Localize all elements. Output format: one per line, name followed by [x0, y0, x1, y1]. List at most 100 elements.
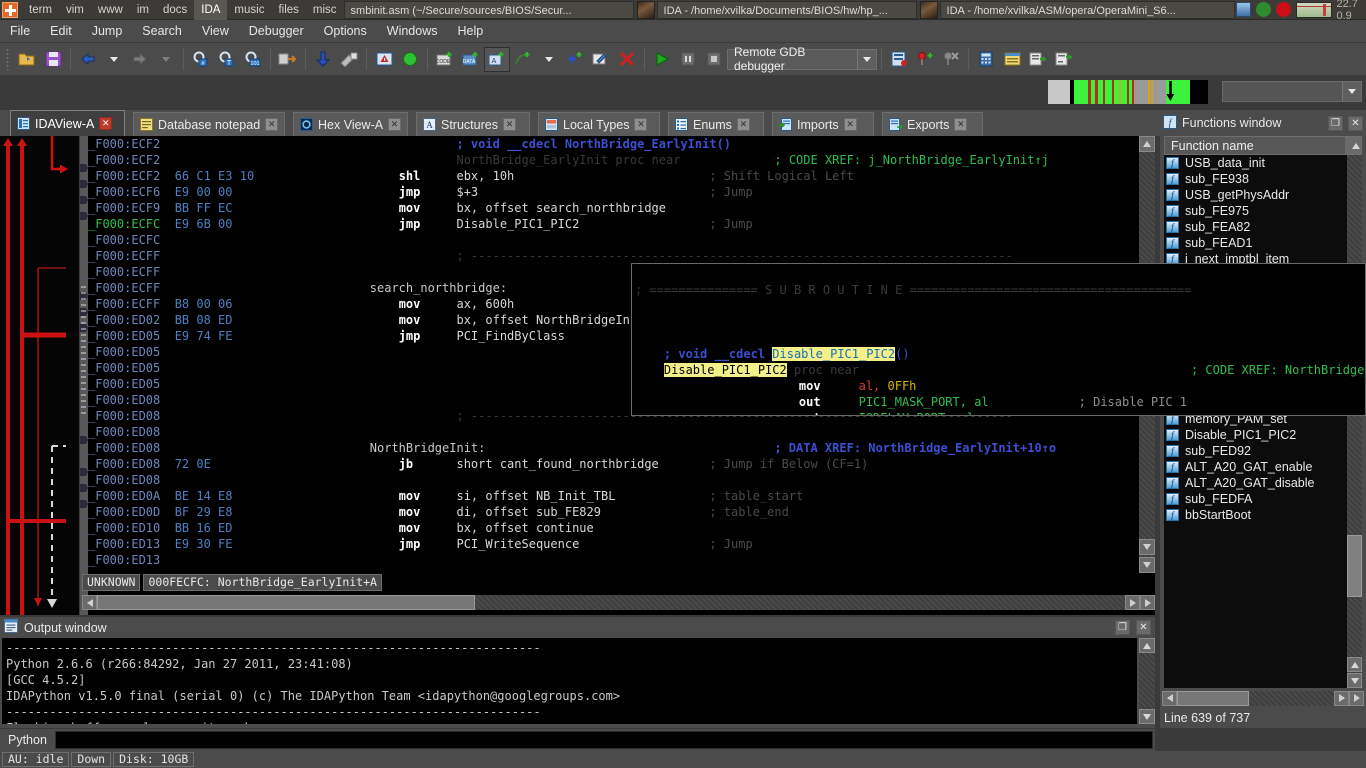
- jump-address-combo[interactable]: [1222, 81, 1362, 102]
- tab-hex-view-a[interactable]: Hex View-A ✕: [293, 112, 408, 136]
- taskbar-tag-im[interactable]: im: [130, 0, 156, 20]
- functions-column-header[interactable]: Function name: [1164, 136, 1362, 155]
- scroll-down-icon[interactable]: [1139, 539, 1155, 555]
- disasm-operands[interactable]: PCI_FindByClass: [456, 329, 564, 343]
- close-icon[interactable]: ✕: [1136, 620, 1151, 635]
- output-window-icon[interactable]: [999, 47, 1025, 72]
- taskbar-window-ida-hp[interactable]: IDA - /home/xvilka/Documents/BIOS/hw/hp_…: [656, 0, 917, 19]
- tab-close-icon[interactable]: ✕: [99, 117, 113, 130]
- function-list-item[interactable]: f sub_FE975: [1164, 203, 1347, 219]
- make-data-icon[interactable]: DATA: [458, 47, 484, 72]
- disasm-line[interactable]: _F000:ED13 E9 30 FE jmp PCI_WriteSequenc…: [88, 536, 1139, 552]
- taskbar-tag-files[interactable]: files: [271, 0, 305, 20]
- menu-help[interactable]: Help: [447, 20, 493, 43]
- menu-view[interactable]: View: [192, 20, 239, 43]
- function-list-item[interactable]: f sub_FE938: [1164, 171, 1347, 187]
- undock-icon[interactable]: ❐: [1115, 620, 1130, 635]
- disasm-line[interactable]: _F000:ED08 NorthBridgeInit: ; DATA XREF:…: [88, 440, 1139, 456]
- jump-address-chevron-down-icon[interactable]: [1342, 82, 1361, 101]
- disasm-operands[interactable]: ebx, 10h: [456, 169, 514, 183]
- tab-imports[interactable]: Imports ✕: [772, 112, 874, 136]
- tab-close-icon[interactable]: ✕: [843, 118, 857, 131]
- disasm-line[interactable]: _F000:ED0A BE 14 E8 mov si, offset NB_In…: [88, 488, 1139, 504]
- run-green-icon[interactable]: [397, 47, 423, 72]
- debugger-options-icon[interactable]: [886, 47, 912, 72]
- edit-comment-icon[interactable]: [588, 47, 614, 72]
- tray-calculator-icon[interactable]: [1235, 2, 1251, 17]
- functions-scroll-down-icon[interactable]: [1347, 673, 1362, 688]
- tab-enums[interactable]: Enums ✕: [668, 112, 764, 136]
- tab-close-icon[interactable]: ✕: [265, 118, 279, 131]
- fhscroll-left-icon[interactable]: [1162, 690, 1177, 706]
- debugger-select[interactable]: Remote GDB debugger: [727, 45, 877, 73]
- functions-horizontal-scrollbar[interactable]: [1162, 690, 1364, 706]
- tab-database-notepad[interactable]: Database notepad ✕: [133, 112, 285, 136]
- output-log[interactable]: ----------------------------------------…: [2, 638, 1137, 724]
- function-list-item[interactable]: f sub_FEAD1: [1164, 235, 1347, 251]
- disasm-line[interactable]: _F000:ED08: [88, 424, 1139, 440]
- disasm-line[interactable]: _F000:ED10 BB 16 ED mov bx, offset conti…: [88, 520, 1139, 536]
- navigate-forward-dropdown-icon[interactable]: [153, 47, 179, 72]
- fhscroll-thumb[interactable]: [1177, 690, 1249, 706]
- make-code-icon[interactable]: CODE: [432, 47, 458, 72]
- jump-down-icon[interactable]: [310, 47, 336, 72]
- search-immediate-icon[interactable]: 101: [240, 47, 266, 72]
- jump-to-xref-icon[interactable]: [275, 47, 301, 72]
- add-breakpoint-icon[interactable]: [912, 47, 938, 72]
- disasm-line[interactable]: _F000:ECF2 66 C1 E3 10 shl ebx, 10h ; Sh…: [88, 168, 1139, 184]
- delete-breakpoint-icon[interactable]: [938, 47, 964, 72]
- step-over-icon[interactable]: [1051, 47, 1077, 72]
- functions-scroll-thumb[interactable]: [1347, 535, 1362, 597]
- fhscroll-trough[interactable]: [1249, 690, 1334, 706]
- disasm-operands[interactable]: bx, offset search_northbridge: [456, 201, 666, 215]
- output-vertical-scrollbar[interactable]: [1139, 638, 1155, 724]
- disasm-operands[interactable]: ax, 600h: [456, 297, 514, 311]
- add-function-icon[interactable]: [510, 47, 536, 72]
- calculator-icon[interactable]: [973, 47, 999, 72]
- disasm-line[interactable]: _F000:ECFF ; ---------------------------…: [88, 248, 1139, 264]
- disasm-line[interactable]: _F000:ECFC E9 6B 00 jmp Disable_PIC1_PIC…: [88, 216, 1139, 232]
- taskbar-tag-ida[interactable]: IDA: [194, 0, 228, 20]
- function-list-item[interactable]: f sub_FEDFA: [1164, 491, 1347, 507]
- tab-idaview-a[interactable]: IDAView-A ✕: [10, 110, 125, 136]
- function-list-item[interactable]: f Disable_PIC1_PIC2: [1164, 427, 1347, 443]
- open-file-icon[interactable]: [14, 47, 40, 72]
- taskbar-tag-term[interactable]: term: [22, 0, 59, 20]
- navigate-back-dropdown-icon[interactable]: [101, 47, 127, 72]
- hscroll-left-icon[interactable]: [82, 595, 97, 610]
- add-function-dropdown-icon[interactable]: [536, 47, 562, 72]
- tab-local-types[interactable]: Local Types ✕: [538, 112, 660, 136]
- navigate-back-icon[interactable]: [75, 47, 101, 72]
- disasm-operands[interactable]: si, offset NB_Init_TBL: [456, 489, 615, 503]
- make-array-icon[interactable]: A: [484, 46, 510, 72]
- taskbar-tag-www[interactable]: www: [91, 0, 130, 20]
- tab-close-icon[interactable]: ✕: [634, 118, 648, 131]
- function-list-item[interactable]: f bbStartBoot: [1164, 507, 1347, 523]
- search-hex-icon[interactable]: #: [188, 47, 214, 72]
- fhscroll-right-icon[interactable]: [1334, 690, 1349, 706]
- hscroll-thumb[interactable]: [97, 595, 475, 610]
- output-scroll-up-icon[interactable]: [1139, 638, 1155, 653]
- navigate-forward-icon[interactable]: [127, 47, 153, 72]
- disasm-operands[interactable]: short cant_found_northbridge: [456, 457, 658, 471]
- disasm-operands[interactable]: $+3: [456, 185, 478, 199]
- taskbar-window-ida-opera[interactable]: IDA - /home/xvilka/ASM/opera/OperaMini_S…: [939, 0, 1235, 19]
- undefine-icon[interactable]: [614, 47, 640, 72]
- taskbar-tag-vim[interactable]: vim: [59, 0, 91, 20]
- menu-debugger[interactable]: Debugger: [239, 20, 314, 43]
- save-icon[interactable]: [40, 47, 66, 72]
- taskbar-tag-music[interactable]: music: [227, 0, 271, 20]
- menu-file[interactable]: File: [0, 20, 40, 43]
- menu-jump[interactable]: Jump: [82, 20, 133, 43]
- menu-search[interactable]: Search: [132, 20, 192, 43]
- disasm-line[interactable]: _F000:ECF2 NorthBridge_EarlyInit proc ne…: [88, 152, 1139, 168]
- disasm-line[interactable]: _F000:ECFC: [88, 232, 1139, 248]
- tab-close-icon[interactable]: ✕: [736, 118, 750, 131]
- tray-chat-icon[interactable]: [1255, 2, 1271, 17]
- scroll-up-icon[interactable]: [1345, 137, 1361, 154]
- menu-edit[interactable]: Edit: [40, 20, 82, 43]
- toolbar-grip[interactable]: [6, 48, 10, 70]
- hscroll-right-icon[interactable]: [1125, 595, 1140, 610]
- disassembly-horizontal-scrollbar[interactable]: [82, 594, 1155, 611]
- functions-list[interactable]: f USB_data_init f sub_FE938 f USB_getPhysAddr…: [1164, 155, 1347, 688]
